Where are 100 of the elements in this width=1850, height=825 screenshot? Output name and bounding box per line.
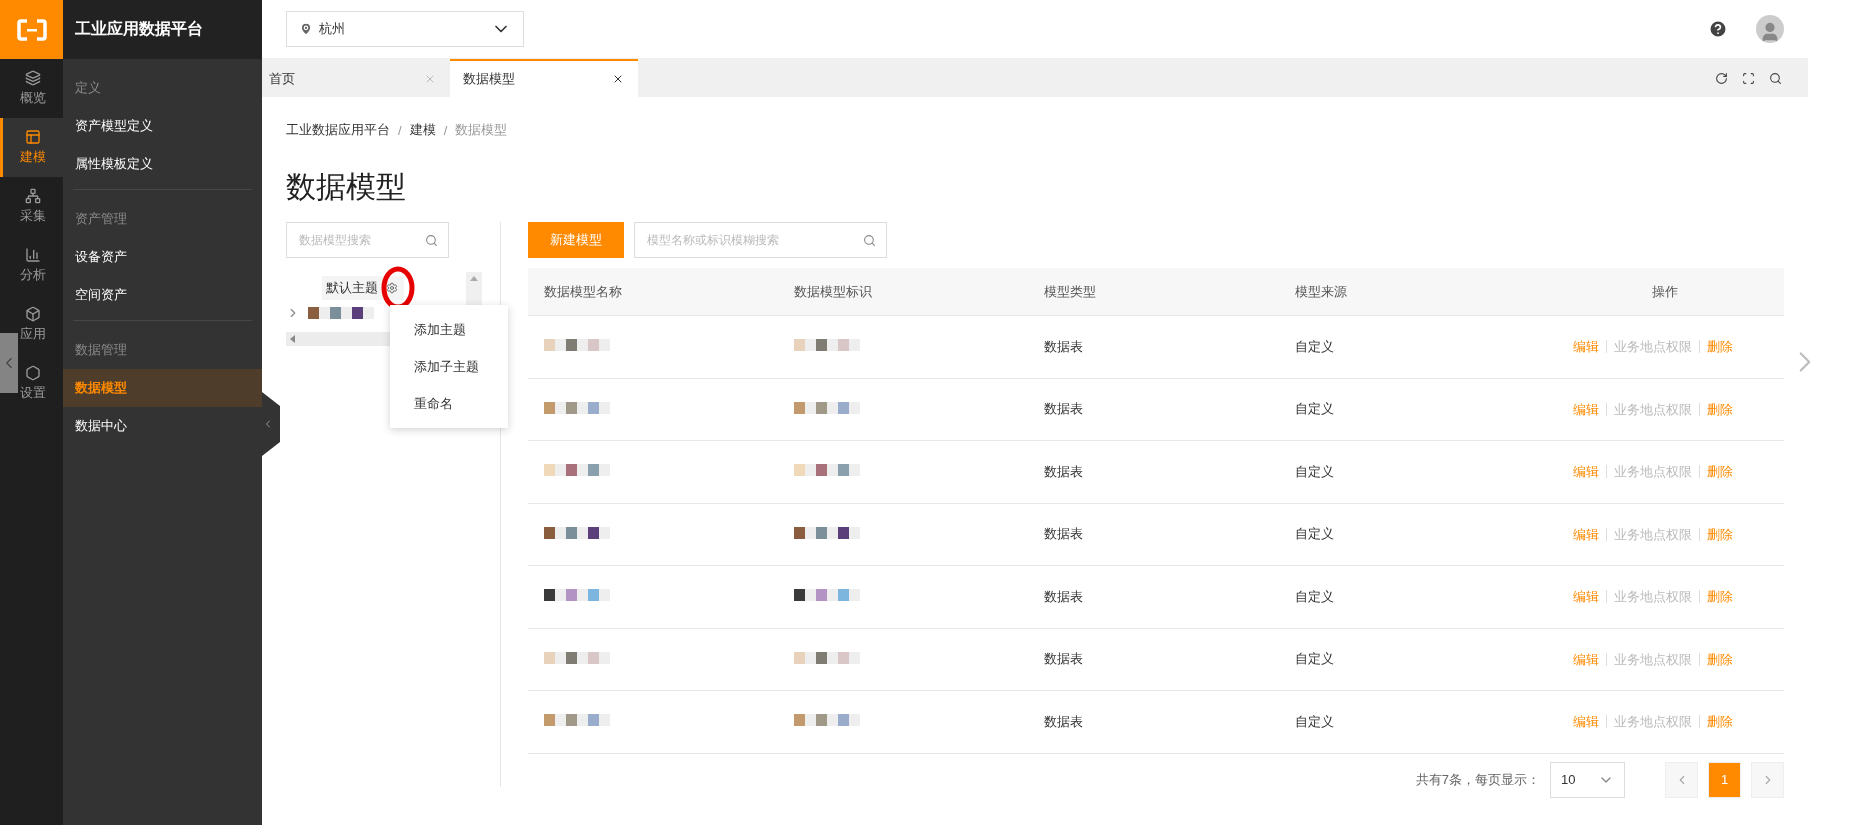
table-cell-text: 自定义 [1295,525,1335,544]
column-header: 数据模型标识 [794,282,873,301]
action-link[interactable]: 删除 [1699,652,1740,666]
tree-node[interactable]: 默认主题 [322,276,404,300]
pixelated-text-drawing [544,589,610,602]
close-icon[interactable] [612,73,624,85]
panel-icon [25,129,41,145]
action-link[interactable]: 删除 [1699,340,1740,354]
table-cell-text: 自定义 [1295,462,1335,481]
menu-item[interactable]: 资产模型定义 [63,107,262,145]
search-icon[interactable] [1769,71,1782,85]
action-link[interactable]: 编辑 [1566,715,1606,729]
breadcrumb-link[interactable]: 工业数据应用平台 [286,121,390,139]
app-title: 工业应用数据平台 [75,19,203,39]
pixelated-text-drawing [308,307,374,319]
breadcrumb-separator: / [398,122,402,138]
pixelated-text-drawing [544,526,610,539]
table-cell-text: 自定义 [1295,400,1335,419]
cube-icon [25,306,41,322]
menu-item[interactable]: 空间资产 [63,276,262,314]
tab[interactable]: 首页 [262,59,450,97]
action-link[interactable]: 编辑 [1566,590,1606,604]
table-cell-text: 自定义 [1295,337,1335,356]
pixelated-text-drawing [794,651,860,664]
fullscreen-icon[interactable] [1742,71,1755,85]
action-link[interactable]: 删除 [1699,527,1740,541]
pixelated-text-drawing [544,714,610,727]
rail-item[interactable]: 设置 [0,354,63,413]
column-header: 操作 [1652,282,1678,301]
table-cell-text: 数据表 [1044,587,1084,606]
pixelated-text-drawing [544,339,610,352]
pixelated-text-drawing [544,651,610,664]
table-cell-text: 数据表 [1044,400,1084,419]
scroll-left-icon[interactable] [290,335,295,343]
new-model-button[interactable]: 新建模型 [528,222,624,258]
search-input[interactable]: 数据模型搜索 [297,232,425,248]
settings-icon [25,365,41,381]
table-cell-text: 数据表 [1044,525,1084,544]
table-cell-text: 数据表 [1044,650,1084,669]
menu-item[interactable]: 数据模型 [63,369,262,407]
avatar[interactable] [1756,15,1784,43]
pixelated-text-drawing [544,464,610,477]
table-cell-text: 数据表 [1044,337,1084,356]
settings-icon[interactable] [386,282,398,294]
pagination-summary: 共有7条，每页显示： [1415,770,1540,789]
scroll-up-icon[interactable] [470,276,478,281]
table-cell-text: 自定义 [1295,712,1335,731]
context-menu-item[interactable]: 重命名 [390,385,508,422]
location-select[interactable]: 杭州 [286,11,524,47]
search-field[interactable]: 模型名称或标识模糊搜索 [634,222,887,258]
pixelated-text-drawing [544,401,610,414]
context-menu-item[interactable]: 添加子主题 [390,348,508,385]
breadcrumb-separator: / [443,122,448,138]
action-link[interactable]: 删除 [1699,715,1740,729]
breadcrumb-link[interactable]: 建模 [409,121,436,139]
refresh-icon[interactable] [1715,71,1728,85]
page-size-select[interactable]: 10 [1550,761,1625,798]
table-cell-text: 自定义 [1295,587,1335,606]
menu-item[interactable]: 数据中心 [63,407,262,445]
table-cell-text: 自定义 [1295,650,1335,669]
action-link[interactable]: 编辑 [1566,465,1606,479]
network-icon [25,188,41,204]
rail-item[interactable]: 采集 [0,177,63,236]
pixelated-text-drawing [794,714,860,727]
menu-item[interactable]: 属性模板定义 [63,145,262,183]
chart-icon [25,247,41,263]
page-title: 数据模型 [286,169,407,205]
menu-group-title: 资产管理 [74,210,128,228]
action-link[interactable]: 删除 [1699,465,1740,479]
pixelated-text-drawing [794,401,860,414]
table-cell-text: 数据表 [1044,462,1084,481]
action-link[interactable]: 编辑 [1566,340,1606,354]
rail-item[interactable]: 分析 [0,236,63,295]
action-link[interactable]: 删除 [1699,590,1740,604]
pixelated-text-drawing [794,339,860,352]
rail-item[interactable]: 概览 [0,59,63,118]
pixelated-text-drawing [794,464,860,477]
menu-item[interactable]: 设备资产 [63,238,262,276]
rail-item[interactable]: 建模 [0,118,63,177]
action-link[interactable]: 删除 [1699,402,1740,416]
pixelated-text-drawing [794,526,860,539]
pixelated-text-drawing [794,589,860,602]
rail-item[interactable]: 应用 [0,295,63,354]
table-cell-text: 数据表 [1044,712,1084,731]
location-pin-icon [299,22,313,36]
tab[interactable]: 数据模型 [450,59,638,97]
logo-icon [0,0,63,59]
action-link[interactable]: 编辑 [1566,402,1606,416]
search-input[interactable]: 模型名称或标识模糊搜索 [645,232,863,248]
search-icon [425,233,438,247]
action-link[interactable]: 编辑 [1566,652,1606,666]
help-icon[interactable] [1708,19,1728,39]
search-icon [863,233,876,247]
action-link[interactable]: 编辑 [1566,527,1606,541]
search-field[interactable]: 数据模型搜索 [286,222,449,258]
menu-group-title: 定义 [74,79,102,97]
column-header: 数据模型名称 [544,282,623,301]
page-button[interactable]: 1 [1708,761,1741,798]
context-menu-item[interactable]: 添加主题 [390,311,508,348]
layers-icon [25,70,41,86]
